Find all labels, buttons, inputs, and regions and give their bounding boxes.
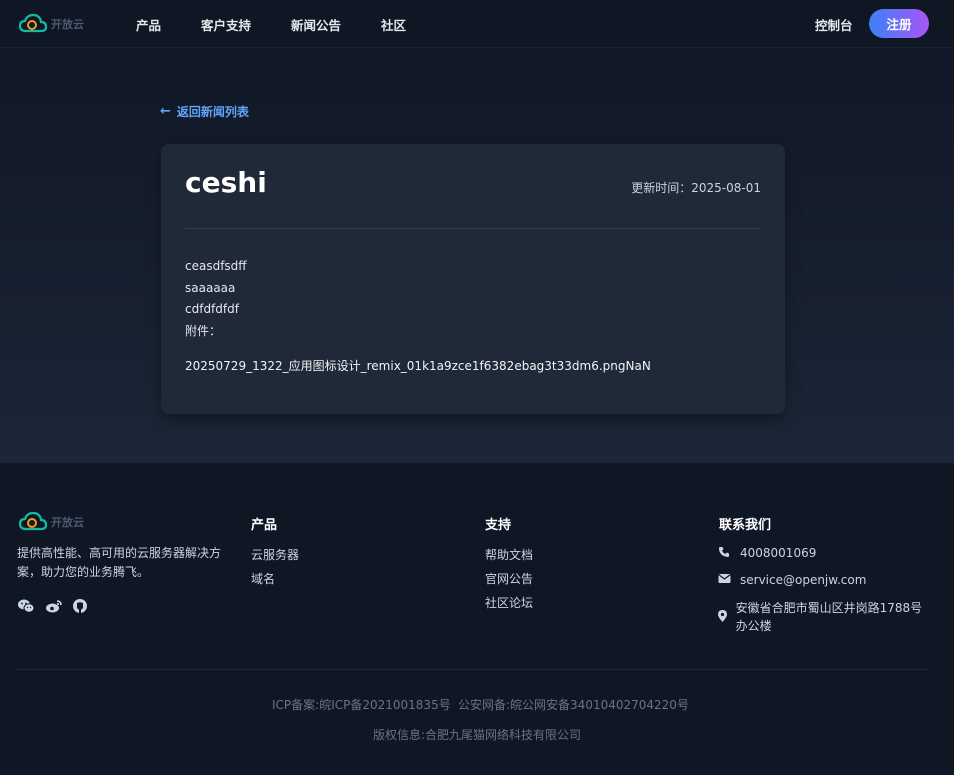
wechat-icon[interactable] [17,598,35,614]
back-to-news-link[interactable]: ← 返回新闻列表 [160,103,249,120]
header-logo[interactable]: 开放云 [18,12,84,36]
news-body: ceasdfsdff saaaaaa cdfdfdfdf 附件： [185,256,247,342]
news-title: ceshi [185,166,267,199]
contact-address: 安徽省合肥市蜀山区井岗路1788号办公楼 [718,599,929,635]
register-button[interactable]: 注册 [869,9,929,38]
phone-number: 4008001069 [740,546,817,560]
footer-divider [17,669,929,670]
footer-link-help-docs[interactable]: 帮助文档 [485,546,533,563]
footer-link-domain[interactable]: 域名 [251,570,275,587]
news-detail-card: ceshi 更新时间：2025-08-01 ceasdfsdff saaaaaa… [161,144,785,414]
top-navbar: 开放云 产品 客户支持 新闻公告 社区 控制台 注册 [0,0,954,48]
nav-news[interactable]: 新闻公告 [291,15,341,34]
nav-community[interactable]: 社区 [381,15,406,34]
attachment-link[interactable]: 20250729_1322_应用图标设计_remix_01k1a9zce1f63… [185,357,651,374]
divider [185,228,761,229]
console-link[interactable]: 控制台 [815,15,853,34]
address: 安徽省合肥市蜀山区井岗路1788号办公楼 [735,601,923,633]
footer-link-cloud-server[interactable]: 云服务器 [251,546,299,563]
content-line: cdfdfdfdf [185,302,239,316]
back-link-label: 返回新闻列表 [176,105,249,119]
phone-icon [718,546,732,561]
contact-email: service@openjw.com [718,573,866,587]
content-line: saaaaaa [185,280,236,295]
police-record[interactable]: 公安网备:皖公网安备34010402704220号 [458,696,689,713]
contact-phone: 4008001069 [718,546,816,561]
contact-heading: 联系我们 [719,518,772,533]
footer-logo[interactable]: 开放云 [18,511,84,533]
weibo-icon[interactable] [45,598,63,614]
support-heading: 支持 [485,518,512,533]
nav-customer-support[interactable]: 客户支持 [201,15,251,34]
footer: 开放云 提供高性能、高可用的云服务器解决方案，助力您的业务腾飞。 产品 云服务器… [0,463,954,775]
email-address[interactable]: service@openjw.com [740,573,866,587]
cloud-logo-icon [18,13,48,33]
icp-record[interactable]: ICP备案:皖ICP备2021001835号 [272,696,451,713]
cloud-logo-icon [18,511,48,531]
nav-products[interactable]: 产品 [136,15,161,34]
footer-logo-text: 开放云 [51,516,84,529]
logo-text: 开放云 [51,18,84,31]
footer-description: 提供高性能、高可用的云服务器解决方案，助力您的业务腾飞。 [17,546,222,579]
footer-link-forum[interactable]: 社区论坛 [485,594,533,611]
envelope-icon [718,573,732,587]
github-icon[interactable] [72,598,90,614]
attachment-label: 附件： [185,323,222,338]
arrow-left-icon: ← [160,104,171,119]
products-heading: 产品 [251,518,278,533]
update-time: 更新时间：2025-08-01 [631,181,761,195]
copyright: 版权信息:合肥九尾猫网络科技有限公司 [372,728,582,742]
content-line: ceasdfsdff [185,259,247,273]
main-content: ← 返回新闻列表 ceshi 更新时间：2025-08-01 ceasdfsdf… [0,49,954,463]
map-pin-icon [718,599,728,635]
footer-link-announcements[interactable]: 官网公告 [485,570,533,587]
